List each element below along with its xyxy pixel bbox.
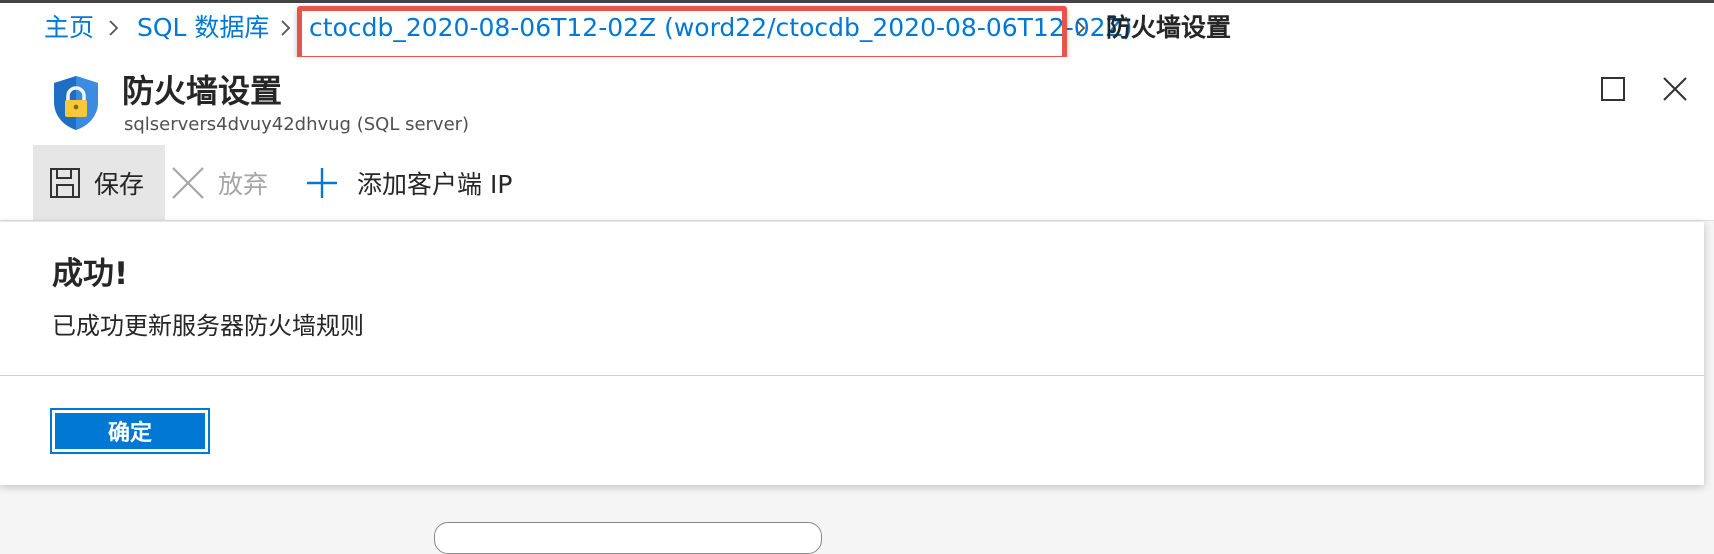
- page-title: 防火墙设置: [122, 72, 283, 110]
- shield-lock-icon: [54, 76, 98, 130]
- notification-title: 成功!: [52, 256, 129, 292]
- discard-button-label: 放弃: [218, 169, 269, 199]
- page-subtitle: sqlservers4dvuy42dhvug (SQL server): [124, 114, 470, 135]
- maximize-icon[interactable]: [1596, 72, 1630, 106]
- chevron-right-icon: [109, 20, 119, 36]
- divider: [0, 375, 1704, 376]
- discard-button[interactable]: 放弃: [170, 145, 268, 220]
- chevron-right-icon: [281, 20, 291, 36]
- chevron-right-icon: [1076, 20, 1086, 36]
- breadcrumb-home-link[interactable]: 主页: [44, 13, 94, 43]
- save-button-label: 保存: [94, 169, 145, 199]
- highlight-annotation: [297, 6, 1067, 61]
- breadcrumb-sql-databases-link[interactable]: SQL 数据库: [137, 13, 269, 43]
- plus-icon: [307, 167, 337, 198]
- save-icon: [50, 167, 80, 198]
- partial-input[interactable]: [434, 522, 822, 554]
- add-client-ip-label: 添加客户端 IP: [357, 169, 513, 199]
- add-client-ip-button[interactable]: 添加客户端 IP: [305, 145, 512, 220]
- discard-x-icon: [172, 166, 204, 199]
- notification-message: 已成功更新服务器防火墙规则: [52, 312, 364, 340]
- ok-button-label: 确定: [55, 413, 205, 449]
- breadcrumb-current: 防火墙设置: [1106, 13, 1232, 42]
- save-button[interactable]: 保存: [33, 145, 165, 220]
- success-notification: [0, 222, 1704, 485]
- close-icon[interactable]: [1658, 72, 1692, 106]
- ok-button[interactable]: 确定: [50, 408, 210, 454]
